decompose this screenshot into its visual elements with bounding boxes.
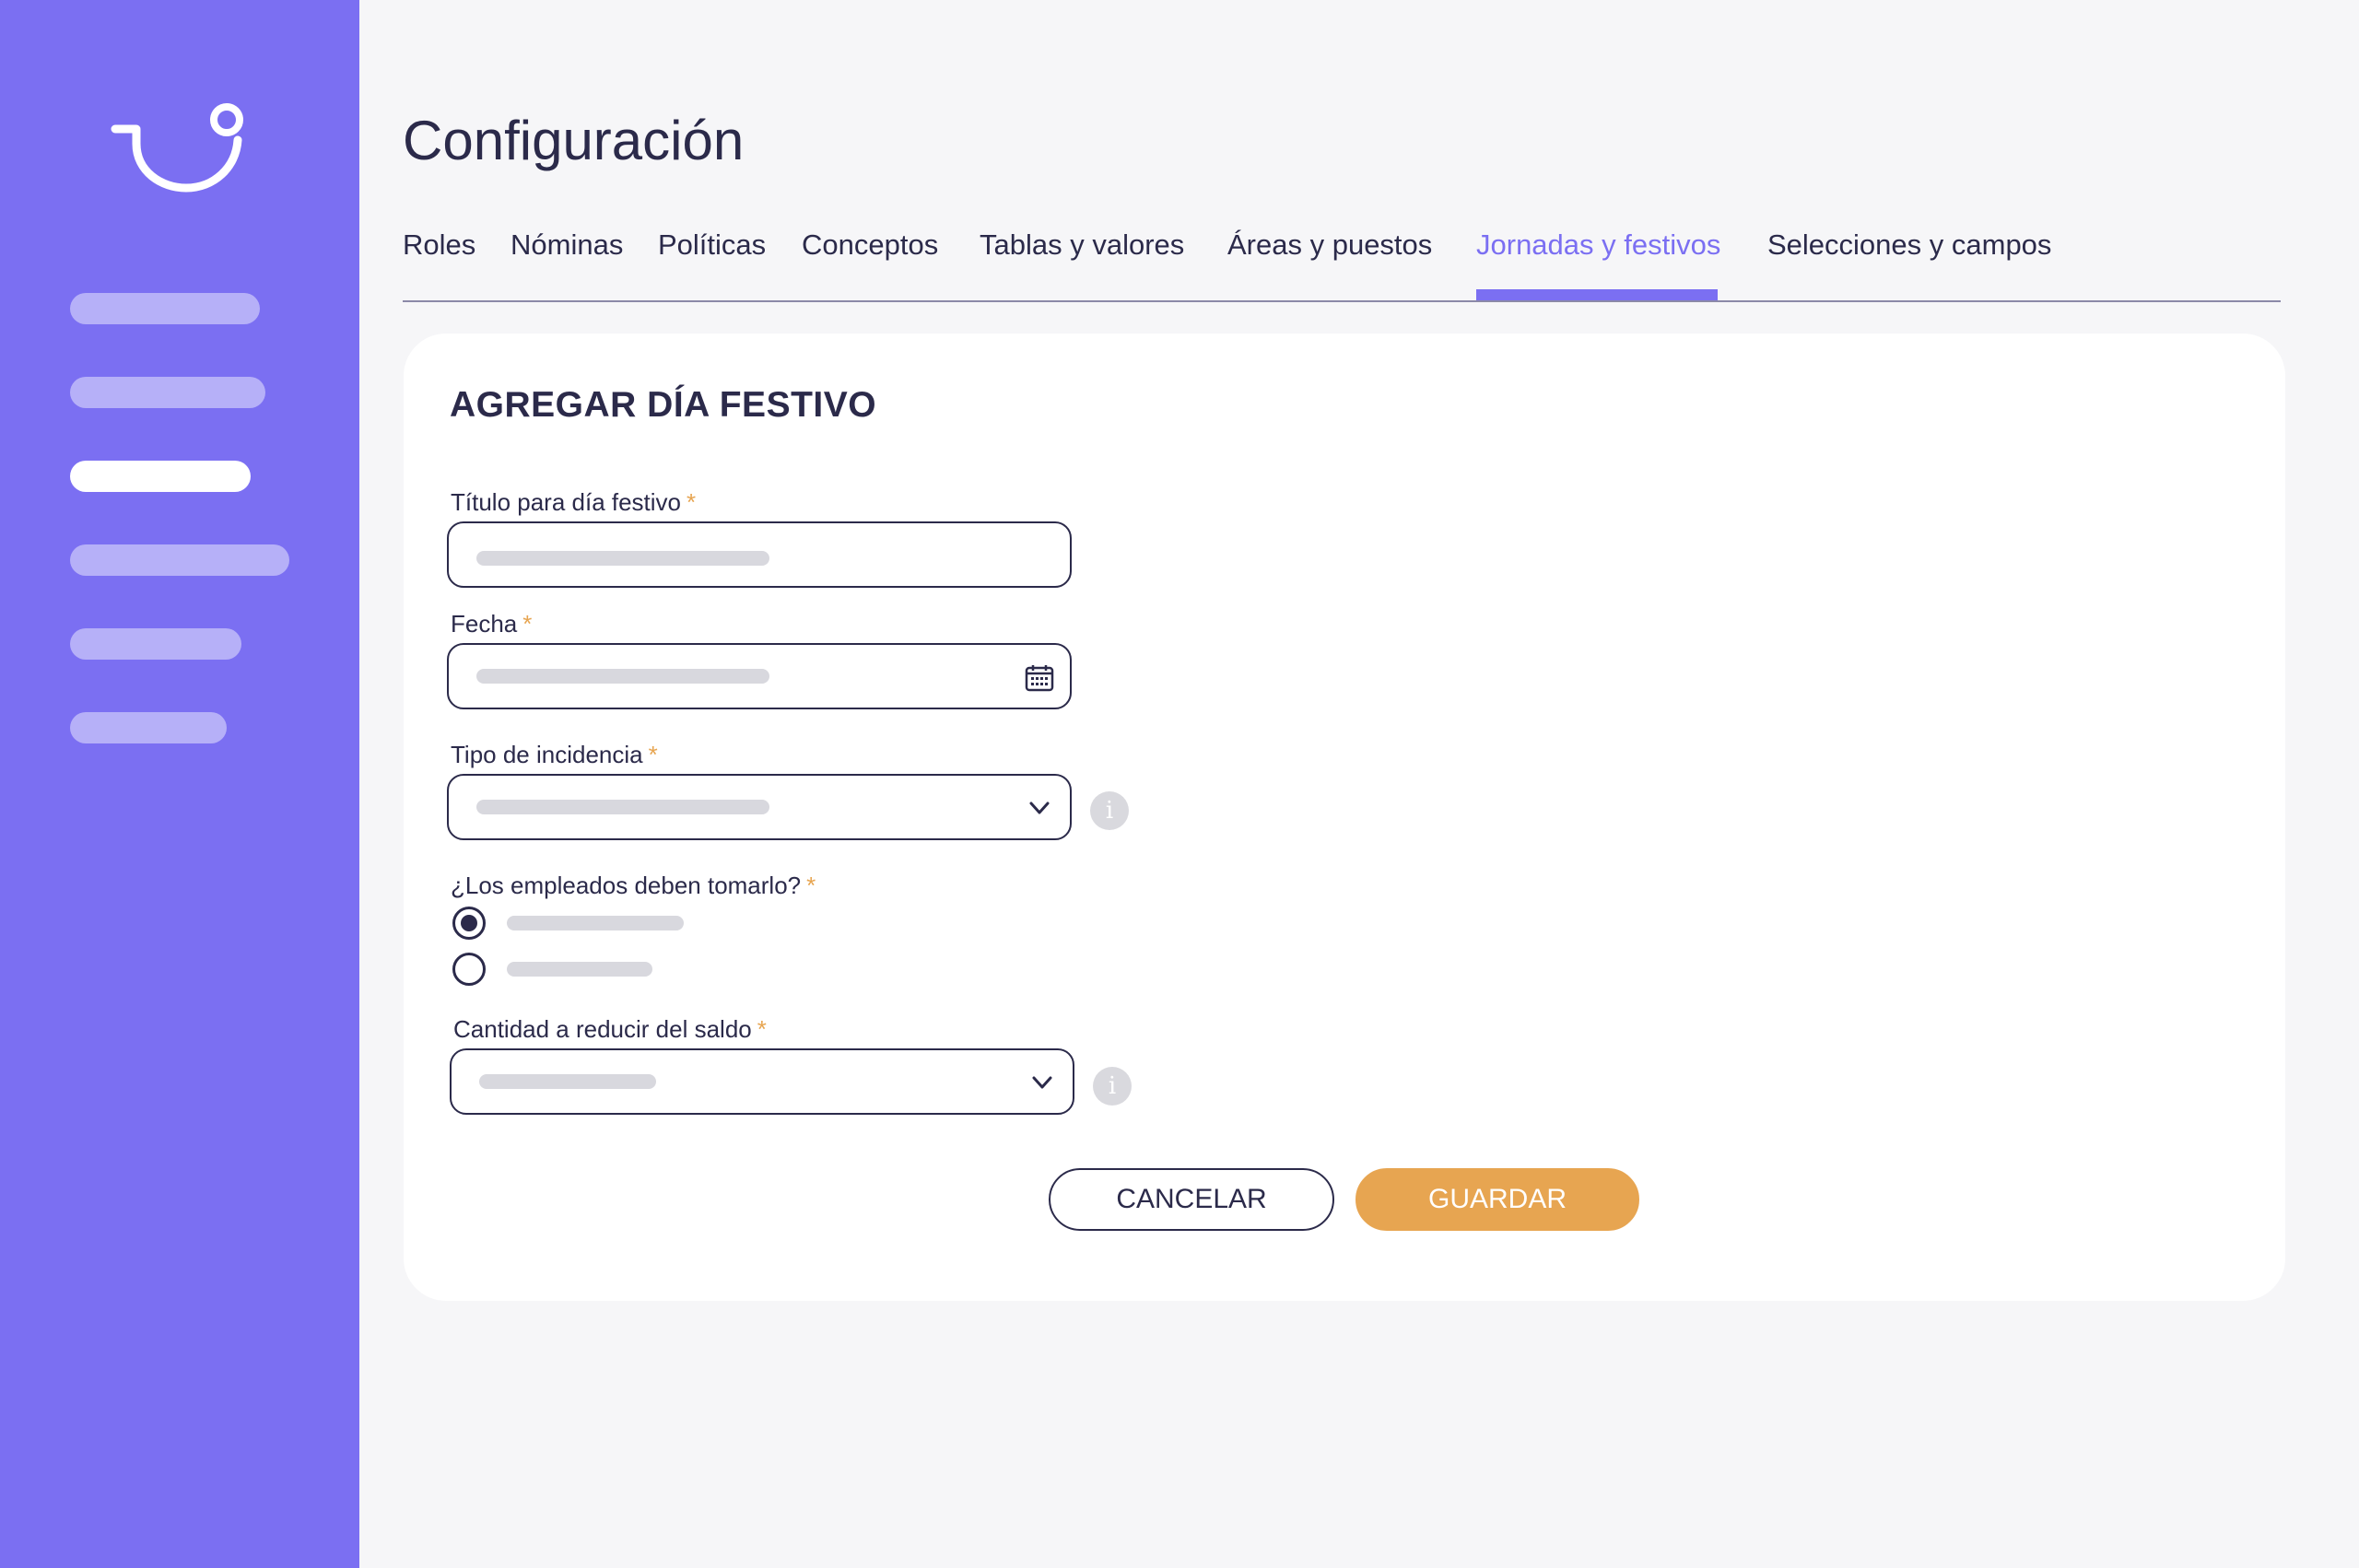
required-mark: * — [648, 741, 658, 768]
placeholder-bar — [479, 1074, 656, 1089]
placeholder-bar — [476, 551, 769, 566]
chevron-down-icon — [1032, 1076, 1052, 1089]
incidence-type-label-text: Tipo de incidencia — [451, 741, 643, 768]
radio-option-1[interactable] — [452, 907, 486, 940]
logo-icon — [111, 103, 243, 193]
must-take-label: ¿Los empleados deben tomarlo? * — [451, 872, 816, 900]
required-mark: * — [806, 872, 816, 899]
info-icon[interactable]: i — [1090, 791, 1129, 830]
date-label-text: Fecha — [451, 610, 518, 638]
save-button[interactable]: GUARDAR — [1356, 1168, 1639, 1231]
form-title: AGREGAR DÍA FESTIVO — [450, 385, 877, 425]
balance-reduction-select[interactable] — [450, 1048, 1074, 1115]
required-mark: * — [687, 488, 697, 516]
tab-roles[interactable]: Roles — [403, 228, 475, 262]
tab-jornadas-y-festivos[interactable]: Jornadas y festivos — [1476, 228, 1720, 262]
sidebar-item-6[interactable] — [70, 712, 227, 743]
placeholder-bar — [476, 669, 769, 684]
cancel-button[interactable]: CANCELAR — [1049, 1168, 1334, 1231]
sidebar-item-5[interactable] — [70, 628, 241, 660]
holiday-title-input[interactable] — [447, 521, 1072, 588]
tab-bar: Roles Nóminas Políticas Conceptos Tablas… — [403, 221, 2281, 302]
holiday-title-label-text: Título para día festivo — [451, 488, 682, 516]
sidebar-item-3-active[interactable] — [70, 461, 251, 492]
tab-politicas[interactable]: Políticas — [658, 228, 766, 262]
must-take-label-text: ¿Los empleados deben tomarlo? — [451, 872, 802, 899]
sidebar-item-2[interactable] — [70, 377, 265, 408]
chevron-down-icon — [1029, 802, 1050, 814]
radio-selected-dot — [461, 915, 477, 931]
sidebar — [0, 0, 359, 1568]
placeholder-bar — [476, 800, 769, 814]
incidence-type-label: Tipo de incidencia * — [451, 741, 658, 769]
add-holiday-card: AGREGAR DÍA FESTIVO Título para día fest… — [404, 333, 2285, 1301]
date-label: Fecha * — [451, 610, 532, 638]
info-icon[interactable]: i — [1093, 1067, 1132, 1106]
radio-option-1-label — [507, 916, 684, 930]
radio-option-2[interactable] — [452, 953, 486, 986]
tab-conceptos[interactable]: Conceptos — [802, 228, 938, 262]
radio-option-2-label — [507, 962, 652, 977]
balance-reduction-label: Cantidad a reducir del saldo * — [453, 1015, 767, 1044]
calendar-icon[interactable] — [1024, 663, 1055, 693]
sidebar-item-4[interactable] — [70, 544, 289, 576]
incidence-type-select[interactable] — [447, 774, 1072, 840]
balance-reduction-label-text: Cantidad a reducir del saldo — [453, 1015, 752, 1043]
page-title: Configuración — [403, 110, 745, 171]
sidebar-item-1[interactable] — [70, 293, 260, 324]
active-tab-indicator — [1476, 289, 1718, 300]
holiday-title-label: Título para día festivo * — [451, 488, 696, 517]
required-mark: * — [757, 1015, 767, 1043]
required-mark: * — [522, 610, 533, 638]
tab-selecciones-y-campos[interactable]: Selecciones y campos — [1767, 228, 2051, 262]
tab-areas-y-puestos[interactable]: Áreas y puestos — [1227, 228, 1432, 262]
tab-nominas[interactable]: Nóminas — [511, 228, 623, 262]
date-input[interactable] — [447, 643, 1072, 709]
tab-tablas-y-valores[interactable]: Tablas y valores — [980, 228, 1184, 262]
